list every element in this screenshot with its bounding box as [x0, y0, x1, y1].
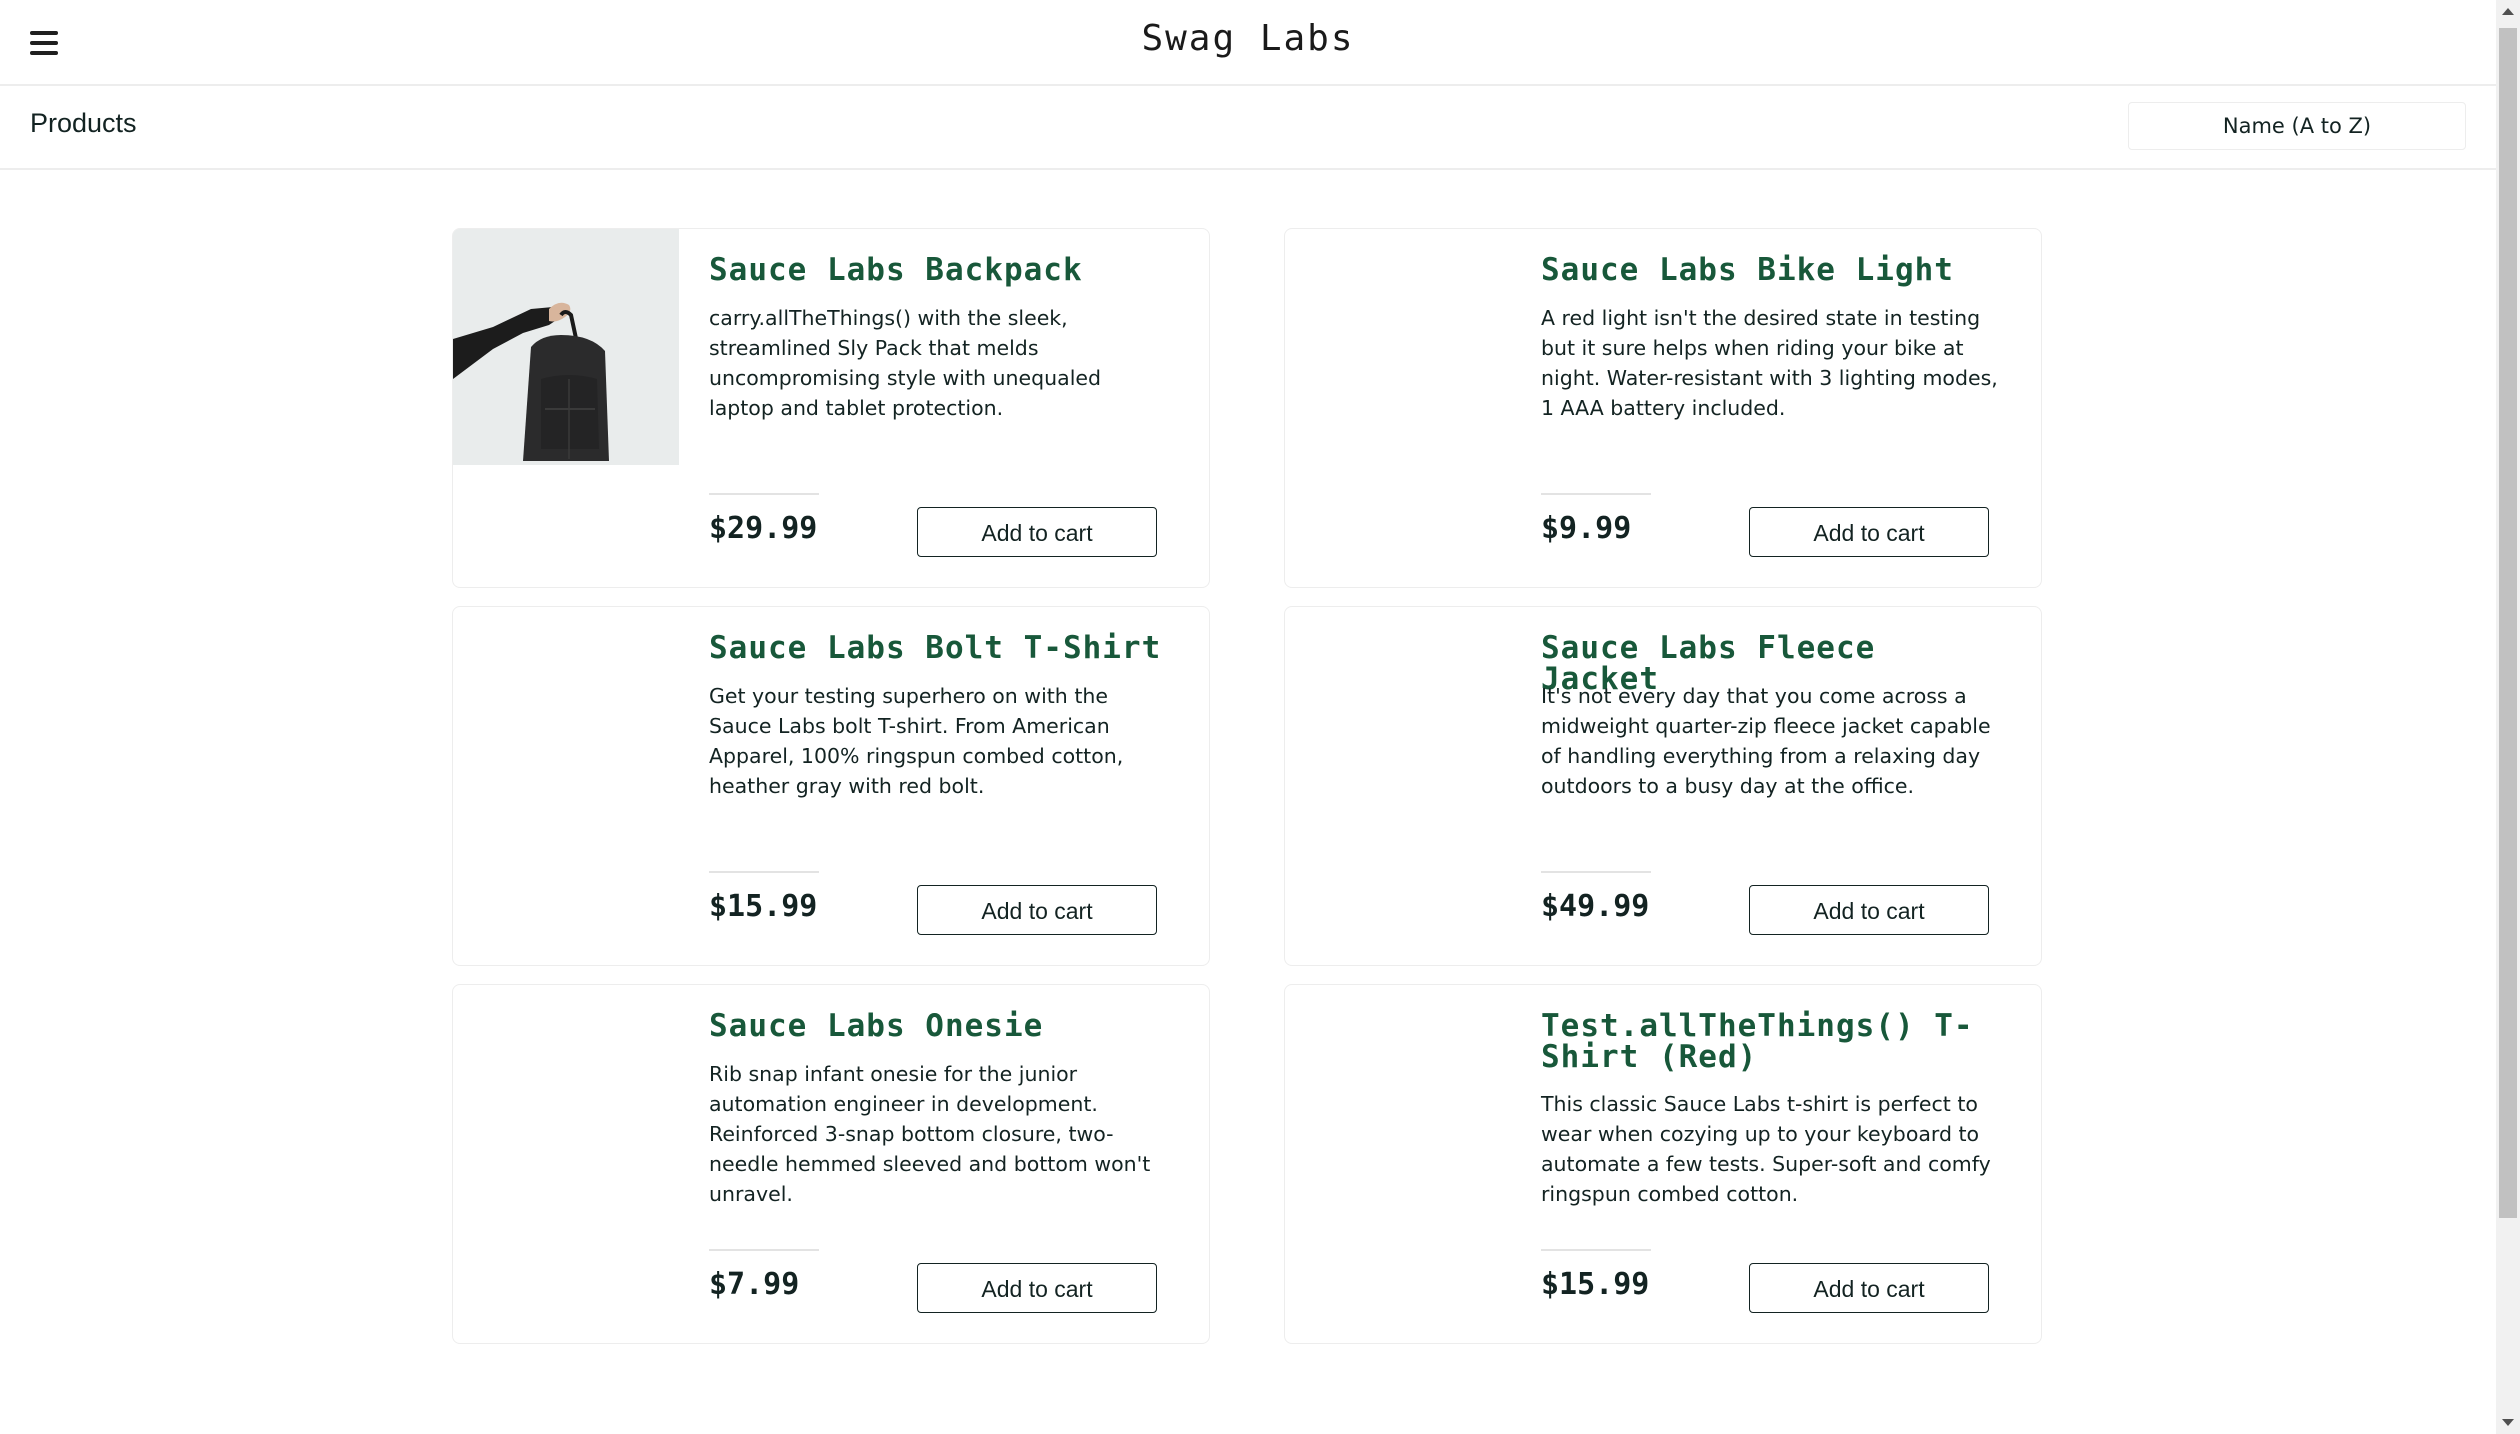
- product-image-onesie[interactable]: [453, 985, 679, 1221]
- secondary-header: Products Name (A to Z): [0, 86, 2496, 170]
- product-name[interactable]: Test.allTheThings() T-Shirt (Red): [1541, 1011, 2011, 1073]
- page-title: Products: [30, 108, 137, 138]
- inventory-item: Sauce Labs Fleece Jacket It's not every …: [1284, 606, 2042, 966]
- product-price: $7.99: [709, 1267, 800, 1302]
- inventory-item: Sauce Labs Bike Light A red light isn't …: [1284, 228, 2042, 588]
- scroll-up-arrow-icon[interactable]: [2502, 8, 2514, 15]
- scroll-down-arrow-icon[interactable]: [2502, 1419, 2514, 1426]
- product-price: $9.99: [1541, 511, 1632, 546]
- price-divider: [1541, 493, 1651, 495]
- add-to-cart-button[interactable]: Add to cart: [1749, 507, 1989, 557]
- product-image-bolt-tshirt[interactable]: [453, 607, 679, 843]
- sort-dropdown[interactable]: Name (A to Z): [2128, 102, 2466, 150]
- inventory-item: Sauce Labs Backpack carry.allTheThings()…: [452, 228, 1210, 588]
- add-to-cart-button[interactable]: Add to cart: [917, 507, 1157, 557]
- inventory-item: Test.allTheThings() T-Shirt (Red) This c…: [1284, 984, 2042, 1344]
- product-description: Rib snap infant onesie for the junior au…: [709, 1062, 1151, 1206]
- inventory-item: Sauce Labs Bolt T-Shirt Get your testing…: [452, 606, 1210, 966]
- add-to-cart-button[interactable]: Add to cart: [1749, 885, 1989, 935]
- product-image-backpack[interactable]: [453, 229, 679, 465]
- product-description: Get your testing superhero on with the S…: [709, 684, 1124, 798]
- product-description: It's not every day that you come across …: [1541, 684, 1991, 798]
- product-image-bike-light[interactable]: [1285, 229, 1511, 465]
- product-name[interactable]: Sauce Labs Backpack: [709, 255, 1179, 286]
- vertical-scrollbar[interactable]: [2496, 0, 2520, 1434]
- product-image-tshirt-red[interactable]: [1285, 985, 1511, 1221]
- primary-header: Swag Labs: [0, 0, 2496, 86]
- app-logo: Swag Labs: [1141, 18, 1355, 59]
- product-name[interactable]: Sauce Labs Onesie: [709, 1011, 1179, 1042]
- price-divider: [1541, 1249, 1651, 1251]
- product-price: $15.99: [1541, 1267, 1650, 1302]
- inventory-page: Swag Labs Products Name (A to Z) Sauce L…: [0, 0, 2520, 1434]
- inventory-item: Sauce Labs Onesie Rib snap infant onesie…: [452, 984, 1210, 1344]
- scroll-thumb[interactable]: [2499, 28, 2517, 1218]
- product-description: This classic Sauce Labs t-shirt is perfe…: [1541, 1092, 1991, 1206]
- product-image-fleece-jacket[interactable]: [1285, 607, 1511, 843]
- price-divider: [709, 871, 819, 873]
- product-description: carry.allTheThings() with the sleek, str…: [709, 306, 1102, 420]
- product-price: $29.99: [709, 511, 818, 546]
- price-divider: [1541, 871, 1651, 873]
- add-to-cart-button[interactable]: Add to cart: [917, 885, 1157, 935]
- product-name[interactable]: Sauce Labs Bike Light: [1541, 255, 2011, 286]
- product-description: A red light isn't the desired state in t…: [1541, 306, 1998, 420]
- add-to-cart-button[interactable]: Add to cart: [917, 1263, 1157, 1313]
- backpack-photo: [453, 229, 679, 465]
- add-to-cart-button[interactable]: Add to cart: [1749, 1263, 1989, 1313]
- product-name[interactable]: Sauce Labs Bolt T-Shirt: [709, 633, 1179, 664]
- price-divider: [709, 493, 819, 495]
- product-price: $15.99: [709, 889, 818, 924]
- product-price: $49.99: [1541, 889, 1650, 924]
- price-divider: [709, 1249, 819, 1251]
